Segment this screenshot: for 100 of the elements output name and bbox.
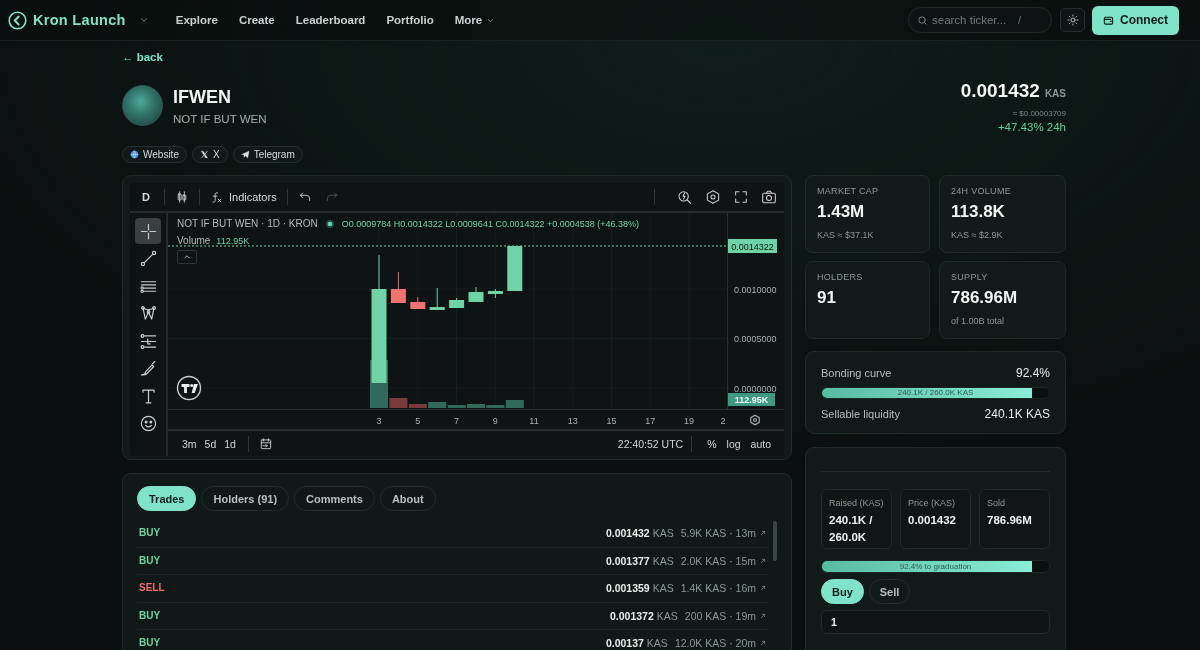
bonding-percent: 92.4% — [1015, 366, 1050, 380]
trade-amount-time: 1.4K KAS · 16m — [680, 582, 756, 595]
quick-search-icon[interactable] — [677, 189, 693, 205]
chart-title: NOT IF BUT WEN · 1D · KRON — [177, 218, 318, 229]
liquidity-label: Sellable liquidity — [821, 408, 900, 420]
candle — [429, 287, 445, 311]
range-button[interactable]: 5d — [200, 437, 221, 450]
logo-icon — [8, 10, 27, 30]
scale-option-button[interactable]: log — [721, 437, 746, 450]
time-axis-label: 5 — [415, 416, 421, 426]
candle — [390, 271, 406, 304]
metric-value: 240.1K / 260.0K — [829, 513, 874, 545]
progress-label: 92.4% to graduation — [898, 561, 973, 572]
stat-value: 786.96M — [951, 288, 1019, 308]
caret-icon[interactable] — [138, 15, 149, 25]
stat-value: 1.43M — [817, 202, 866, 222]
range-button[interactable]: 1d — [220, 437, 240, 450]
trade-price: 0.001377 — [605, 554, 650, 567]
nav-link[interactable]: Leaderboard — [295, 14, 366, 26]
nav-link[interactable]: Create — [238, 14, 275, 26]
arrow-up-right-icon[interactable] — [759, 584, 767, 593]
arrow-up-right-icon[interactable] — [759, 556, 767, 565]
price-axis-label: 0.0000000 — [734, 383, 777, 394]
interval-button[interactable]: D — [138, 191, 154, 203]
crosshair-tool[interactable] — [135, 218, 161, 244]
undo-icon[interactable] — [297, 190, 312, 204]
liquidity-value: 240.1K KAS — [984, 407, 1050, 421]
brush-icon — [138, 359, 158, 378]
token-price: 0.001432 — [960, 80, 1040, 102]
tab[interactable]: Trades — [137, 486, 197, 511]
arrow-up-right-icon[interactable] — [759, 529, 767, 538]
stat-sub: of 1.00B total — [951, 316, 1006, 326]
metric-value: 0.001432 — [908, 513, 957, 528]
trade-amount-time: 2.0K KAS · 15m — [680, 554, 756, 567]
trade-price: 0.001359 — [605, 582, 650, 595]
tab[interactable]: Comments — [294, 486, 375, 511]
clock-time: 22:40:52 UTC — [617, 437, 684, 450]
globe-icon — [130, 150, 139, 159]
nav-link[interactable]: More — [454, 14, 496, 26]
social-link[interactable]: X — [191, 146, 228, 163]
mode-tab[interactable]: Buy — [821, 579, 864, 604]
fullscreen-icon[interactable] — [733, 189, 749, 205]
camera-icon[interactable] — [761, 189, 777, 205]
stat-sub: KAS ≈ $37.1K — [817, 230, 875, 240]
progress-label: 240.1K / 260.0K KAS — [896, 388, 975, 398]
calendar-icon[interactable] — [258, 436, 273, 451]
price-axis-label: 0.0010000 — [734, 284, 777, 295]
token-name: NOT IF BUT WEN — [173, 113, 267, 125]
price-unit: KAS — [652, 554, 674, 567]
tab[interactable]: About — [379, 486, 436, 511]
lines-with-dots-icon — [138, 331, 158, 351]
ohlc-values: O0.0009784 H0.0014322 L0.0009641 C0.0014322 +0.0004538 (+46.38%) — [341, 218, 639, 229]
stat-sub: KAS ≈ $2.9K — [951, 230, 1004, 240]
price-unit: KAS — [652, 527, 674, 540]
arrow-up-right-icon[interactable] — [759, 639, 767, 648]
function-icon — [209, 190, 223, 204]
price-change: +47.43% 24h — [996, 121, 1066, 133]
volume-axis-label: 112.95K — [728, 393, 775, 406]
settings-icon[interactable] — [750, 414, 760, 426]
metric-value: 786.96M — [987, 513, 1033, 528]
candle — [468, 286, 484, 303]
home-logo-link[interactable]: Kron Launch — [8, 10, 126, 30]
stat-label: SUPPLY — [951, 272, 989, 282]
candle — [507, 245, 523, 292]
back-link[interactable]: ← back — [122, 50, 163, 64]
metric-label: Sold — [987, 498, 1006, 508]
social-link[interactable]: Telegram — [232, 146, 303, 163]
connect-button[interactable]: Connect — [1092, 5, 1179, 35]
candle — [487, 288, 503, 299]
indicators-button[interactable]: Indicators — [209, 190, 277, 204]
social-link[interactable]: Website — [122, 146, 187, 163]
scrollbar-thumb[interactable] — [773, 521, 777, 561]
smiley-icon — [138, 414, 158, 433]
token-symbol: IFWEN — [173, 87, 232, 107]
trade-side: BUY — [139, 609, 161, 622]
bonding-label: Bonding curve — [821, 367, 892, 379]
settings-icon[interactable] — [705, 189, 721, 205]
amount-input[interactable]: 1 — [821, 610, 1050, 634]
tab[interactable]: Holders (91) — [201, 486, 290, 511]
scale-option-button[interactable]: auto — [745, 437, 776, 450]
x-mark-icon — [199, 150, 209, 159]
usd-price: ≈ $0.00003709 — [1011, 109, 1066, 118]
candle — [449, 297, 465, 309]
trade-side: BUY — [139, 554, 161, 567]
nav-link[interactable]: Portfolio — [386, 14, 434, 26]
theme-toggle-button[interactable] — [1060, 8, 1085, 32]
last-price-label: 0.0014322 — [728, 239, 777, 253]
price-unit: KAS — [1044, 87, 1066, 101]
arrow-up-right-icon[interactable] — [759, 611, 767, 620]
stat-label: MARKET CAP — [817, 186, 880, 196]
stat-label: 24H VOLUME — [951, 186, 1013, 196]
sun-icon — [1066, 14, 1079, 26]
range-button[interactable]: 3m — [178, 437, 201, 450]
metric-label: Price (KAS) — [908, 498, 956, 508]
candle — [410, 296, 426, 310]
time-axis-label: 3 — [376, 416, 382, 426]
scale-option-button[interactable]: % — [702, 437, 722, 450]
nav-link[interactable]: Explore — [175, 14, 218, 26]
stat-value: 91 — [817, 288, 837, 308]
time-axis-label: 17 — [645, 416, 656, 426]
